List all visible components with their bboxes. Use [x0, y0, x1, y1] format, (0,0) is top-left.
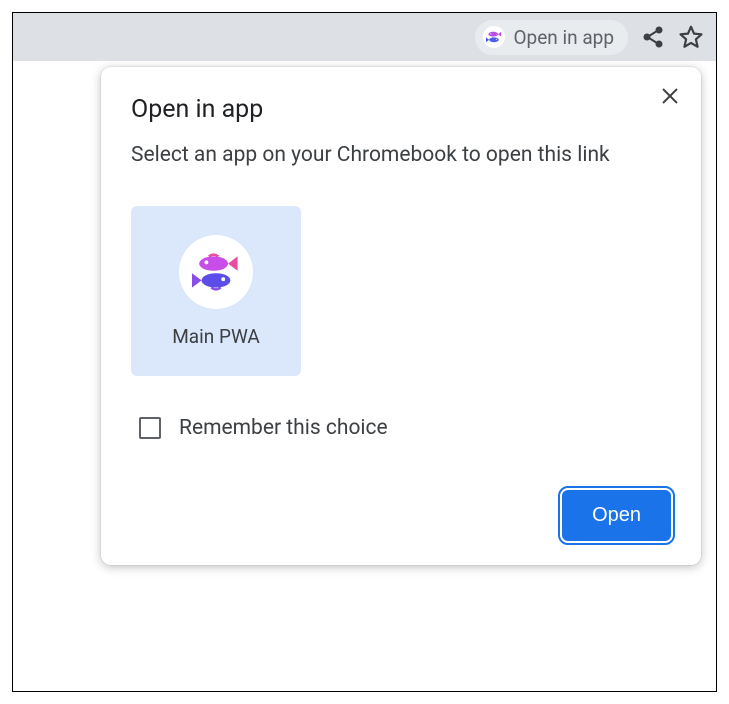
remember-choice-checkbox[interactable] [139, 417, 161, 439]
open-in-app-chip-label: Open in app [513, 26, 614, 49]
open-in-app-dialog: Open in app Select an app on your Chrome… [101, 67, 701, 565]
dialog-subtitle: Select an app on your Chromebook to open… [131, 140, 671, 170]
open-in-app-chip[interactable]: Open in app [475, 20, 628, 55]
remember-choice-row: Remember this choice [131, 416, 671, 440]
close-icon[interactable] [655, 81, 685, 111]
omnibar: Open in app [13, 13, 716, 61]
window-frame: Open in app Open in app Select a [12, 12, 717, 692]
app-fish-icon [179, 235, 253, 309]
dialog-title: Open in app [131, 95, 671, 124]
star-icon[interactable] [678, 24, 704, 50]
remember-choice-label: Remember this choice [179, 416, 388, 440]
dialog-actions: Open [131, 490, 671, 541]
app-fish-icon [483, 26, 505, 48]
app-grid: Main PWA [131, 206, 671, 376]
app-tile-main-pwa[interactable]: Main PWA [131, 206, 301, 376]
app-tile-label: Main PWA [172, 325, 260, 348]
open-button[interactable]: Open [562, 490, 671, 541]
share-icon[interactable] [640, 24, 666, 50]
